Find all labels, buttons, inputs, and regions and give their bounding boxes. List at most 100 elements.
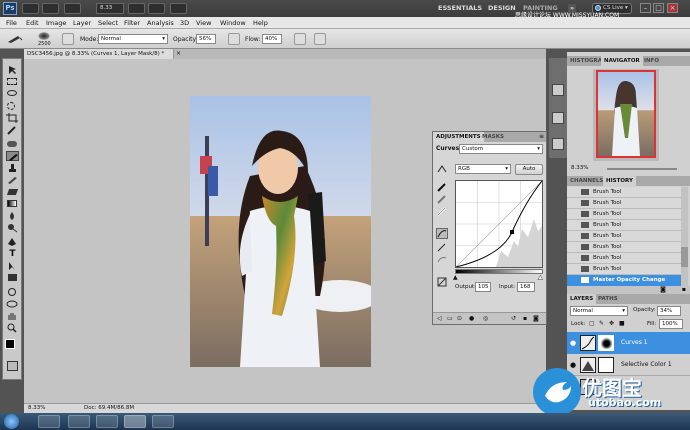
crop-tool-icon[interactable] xyxy=(6,113,19,123)
brush-preset-icon[interactable] xyxy=(6,34,24,44)
eraser-tool-icon[interactable] xyxy=(6,187,19,197)
close-icon[interactable]: × xyxy=(667,3,678,13)
expanded-view-icon[interactable]: ▭ xyxy=(447,315,453,322)
blur-tool-icon[interactable] xyxy=(6,211,19,221)
history-item[interactable]: Brush Tool xyxy=(567,187,681,198)
opacity-field[interactable]: 56% xyxy=(196,34,216,44)
close-document-icon[interactable]: × xyxy=(176,50,181,57)
taskbar-photoshop-icon[interactable] xyxy=(124,415,146,428)
menu-edit[interactable]: Edit xyxy=(26,19,39,27)
history-item[interactable]: Brush Tool xyxy=(567,264,681,275)
zoom-tool-button[interactable] xyxy=(148,3,165,14)
workspace-essentials[interactable]: ESSENTIALS xyxy=(438,4,482,12)
menu-filter[interactable]: Filter xyxy=(124,19,140,27)
layer-opacity-field[interactable]: 34% xyxy=(657,306,681,316)
layer-blend-mode-dropdown[interactable]: Normal ▾ xyxy=(570,306,628,316)
menu-analysis[interactable]: Analysis xyxy=(147,19,174,27)
tab-layers[interactable]: LAYERS xyxy=(567,294,597,304)
curves-preset-dropdown[interactable]: Custom ▾ xyxy=(459,144,543,154)
on-image-adjust-icon[interactable] xyxy=(436,164,448,174)
lock-paint-icon[interactable]: ✎ xyxy=(599,320,604,327)
menu-3d[interactable]: 3D xyxy=(180,19,189,27)
reset-icon[interactable]: ↺ xyxy=(511,315,516,322)
document-image[interactable] xyxy=(190,96,371,367)
zoom-tool-icon[interactable] xyxy=(6,323,19,333)
visibility-icon[interactable]: ● xyxy=(469,315,474,322)
panel-menu-icon[interactable]: ≡ xyxy=(539,133,544,140)
brush-tip-preview[interactable] xyxy=(38,32,50,40)
eyedropper-black-icon[interactable] xyxy=(437,182,447,192)
history-item-selected[interactable]: Master Opacity Change xyxy=(567,275,681,286)
3d-orbit-tool-icon[interactable] xyxy=(6,299,19,309)
navigator-zoom-value[interactable]: 8.33% xyxy=(571,165,588,171)
clip-to-layer-icon[interactable]: ⊙ xyxy=(457,315,462,322)
eye-icon[interactable]: ● xyxy=(570,339,576,347)
layer-name[interactable]: Curves 1 xyxy=(621,339,648,346)
tab-adjustments[interactable]: ADJUSTMENTS xyxy=(433,132,484,142)
menu-image[interactable]: Image xyxy=(46,19,66,27)
panel-icon-styles[interactable] xyxy=(552,112,564,124)
document-tab[interactable]: DSC3456.jpg @ 8.33% (Curves 1, Layer Mas… xyxy=(24,49,174,59)
eyedropper-white-icon[interactable] xyxy=(437,206,447,216)
lock-transparent-icon[interactable]: ▢ xyxy=(589,320,595,327)
trash-icon[interactable]: ◙ xyxy=(533,315,539,322)
history-item[interactable]: Brush Tool xyxy=(567,231,681,242)
return-to-list-icon[interactable]: ◁ xyxy=(437,315,442,322)
workspace-design[interactable]: DESIGN xyxy=(488,4,516,12)
quick-selection-tool-icon[interactable] xyxy=(6,101,19,111)
arrange-documents-button[interactable] xyxy=(64,3,81,14)
clone-stamp-tool-icon[interactable] xyxy=(6,163,19,173)
history-item[interactable]: Brush Tool xyxy=(567,209,681,220)
airbrush-button[interactable] xyxy=(294,33,306,45)
show-clipping-icon[interactable] xyxy=(437,277,447,287)
mode-dropdown[interactable]: Normal ▾ xyxy=(98,34,168,44)
quick-mask-icon[interactable] xyxy=(7,361,18,371)
menu-window[interactable]: Window xyxy=(220,19,246,27)
history-brush-tool-icon[interactable] xyxy=(6,175,19,185)
white-point-slider-icon[interactable]: ▲ xyxy=(538,274,543,281)
delete-icon[interactable]: ▪ xyxy=(523,315,527,322)
history-item[interactable]: Brush Tool xyxy=(567,242,681,253)
history-item[interactable]: Brush Tool xyxy=(567,220,681,231)
path-selection-tool-icon[interactable] xyxy=(6,261,19,271)
delete-state-icon[interactable]: ▪ xyxy=(682,286,686,293)
brush-tool-icon[interactable] xyxy=(6,151,19,161)
taskbar-browser-icon[interactable] xyxy=(96,415,118,428)
eyedropper-gray-icon[interactable] xyxy=(437,194,447,204)
tablet-size-button[interactable] xyxy=(314,33,326,45)
zoom-level-dropdown[interactable]: 8.33 xyxy=(96,3,124,14)
channel-dropdown[interactable]: RGB ▾ xyxy=(455,164,511,174)
auto-button[interactable]: Auto xyxy=(515,164,543,175)
taskbar-app2-icon[interactable] xyxy=(152,415,174,428)
history-item[interactable]: Brush Tool xyxy=(567,253,681,264)
history-item[interactable]: Brush Tool xyxy=(567,198,681,209)
history-scrollbar[interactable] xyxy=(681,187,688,286)
curve-smooth-icon[interactable] xyxy=(437,254,447,264)
restore-icon[interactable]: □ xyxy=(653,3,664,13)
eyedropper-tool-icon[interactable] xyxy=(6,125,19,135)
layer-mask-thumbnail[interactable] xyxy=(598,335,614,351)
layer-row-selected[interactable]: ● Curves 1 xyxy=(567,332,690,354)
black-point-slider-icon[interactable]: ▲ xyxy=(453,274,458,281)
launch-bridge-button[interactable] xyxy=(22,3,39,14)
navigator-view-box[interactable] xyxy=(596,70,656,158)
start-button-icon[interactable] xyxy=(4,414,19,429)
tab-navigator[interactable]: NAVIGATOR xyxy=(601,56,643,66)
move-tool-icon[interactable] xyxy=(6,65,19,75)
menu-file[interactable]: File xyxy=(6,19,17,27)
menu-help[interactable]: Help xyxy=(253,19,268,27)
navigator-zoom-slider[interactable] xyxy=(607,168,677,170)
input-field[interactable]: 168 xyxy=(517,282,535,292)
navigator-thumbnail-area[interactable] xyxy=(593,69,659,161)
tab-paths[interactable]: PATHS xyxy=(595,294,621,304)
pen-tool-icon[interactable] xyxy=(6,237,19,247)
minimize-icon[interactable]: – xyxy=(640,3,651,13)
tab-masks[interactable]: MASKS xyxy=(479,132,507,142)
gradient-tool-icon[interactable] xyxy=(6,199,19,209)
foreground-color-swatch[interactable] xyxy=(5,339,15,349)
menu-layer[interactable]: Layer xyxy=(73,19,91,27)
panel-icon-adjust[interactable] xyxy=(552,84,564,96)
curve-edit-points-icon[interactable] xyxy=(436,228,448,239)
curve-draw-icon[interactable] xyxy=(437,242,447,252)
new-snapshot-icon[interactable]: ◙ xyxy=(660,286,666,293)
